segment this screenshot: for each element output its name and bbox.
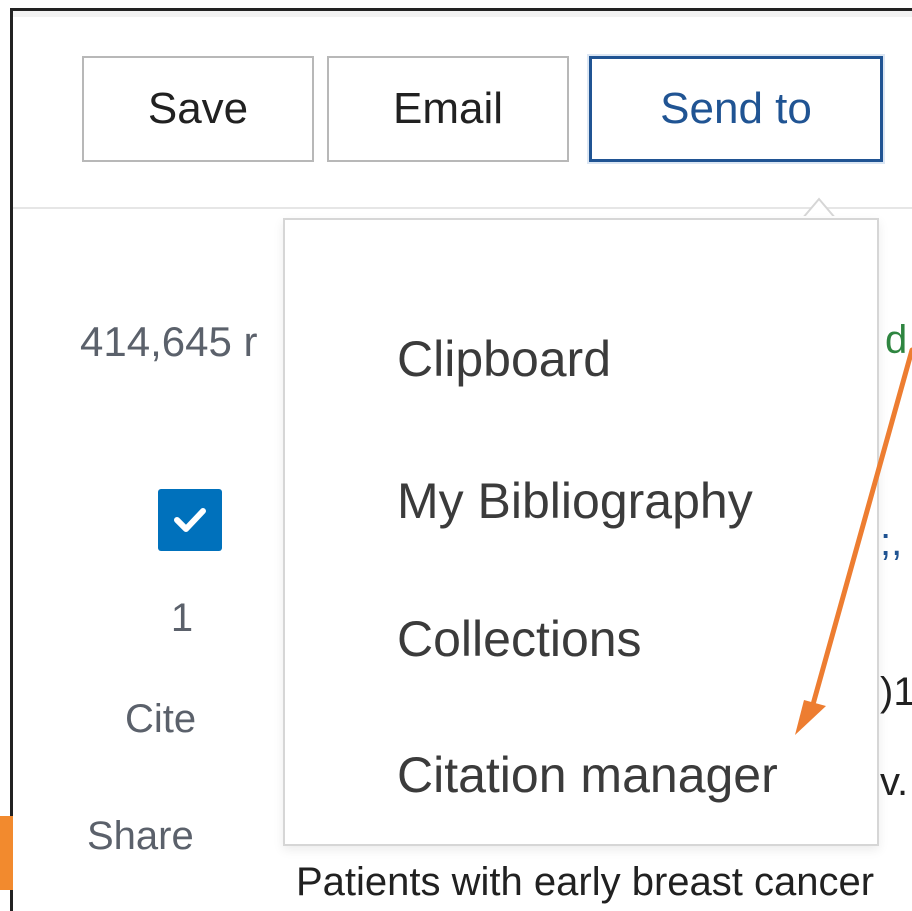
menu-item-my-bibliography[interactable]: My Bibliography [397,472,753,530]
checkmark-icon [174,508,206,532]
top-strip [13,11,912,17]
result-checkbox[interactable] [158,489,222,551]
background-text-fragment: ;, [880,520,903,564]
send-to-dropdown: Clipboard My Bibliography Collections Ci… [283,218,879,846]
results-count: 414,645 r [80,318,258,365]
email-button[interactable]: Email [327,56,569,162]
share-link[interactable]: Share [87,814,194,859]
background-text-fragment: v. [880,760,909,804]
toolbar-divider [13,207,912,209]
save-button[interactable]: Save [82,56,314,162]
menu-item-citation-manager[interactable]: Citation manager [397,746,778,804]
background-text-fragment: )1 [880,670,912,714]
orange-corner-marker [0,816,13,890]
result-snippet-text: Patients with early breast cancer [296,860,875,904]
result-number: 1 [170,596,194,640]
send-to-button[interactable]: Send to [589,56,883,162]
cite-link[interactable]: Cite [125,697,196,742]
dropdown-caret-icon [802,197,836,219]
menu-item-collections[interactable]: Collections [397,610,642,668]
background-text-fragment: d [885,318,908,362]
menu-item-clipboard[interactable]: Clipboard [397,330,611,388]
